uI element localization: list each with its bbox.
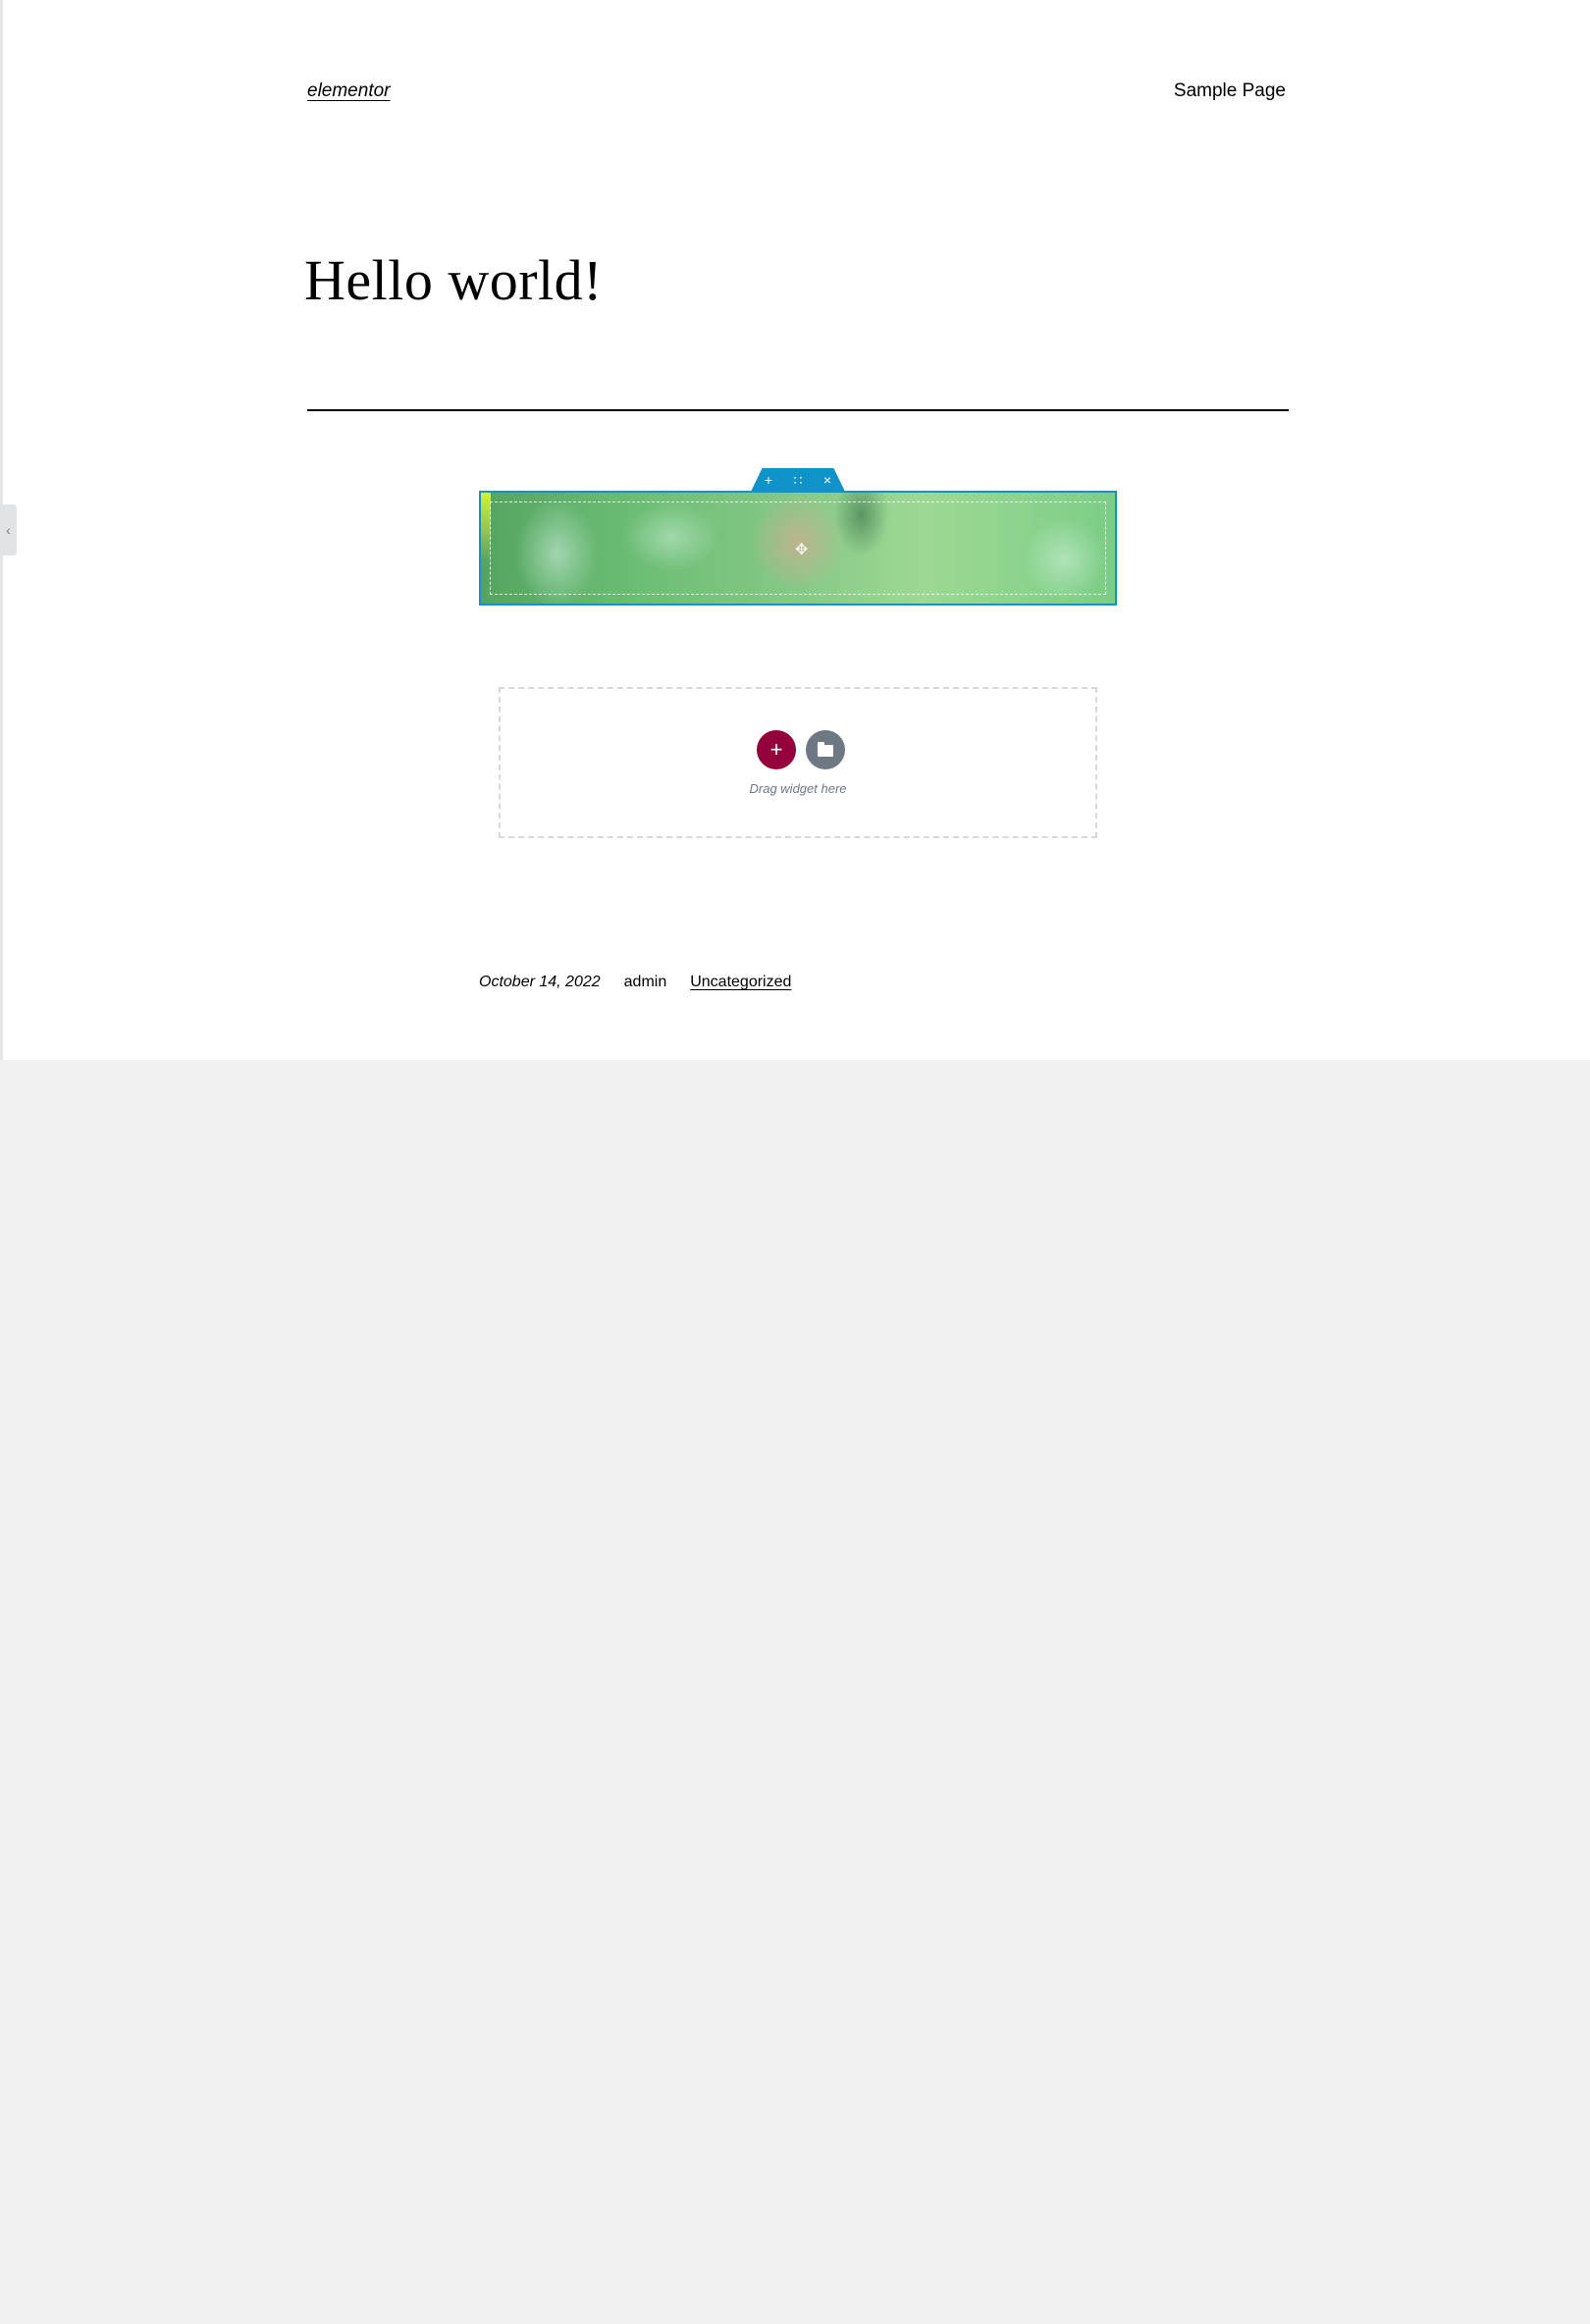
post-date: October 14, 2022 bbox=[479, 974, 601, 990]
section-handle[interactable]: + ∷ × bbox=[751, 468, 845, 492]
nav-sample-page[interactable]: Sample Page bbox=[1174, 80, 1286, 102]
chevron-left-icon: ‹ bbox=[6, 522, 11, 538]
move-cursor-icon: ✥ bbox=[795, 542, 809, 558]
selected-image-section[interactable]: ✥ bbox=[479, 491, 1117, 606]
panel-toggle-button[interactable]: ‹ bbox=[0, 504, 17, 555]
post-category[interactable]: Uncategorized bbox=[690, 974, 791, 991]
post-meta: October 14, 2022 admin Uncategorized bbox=[479, 974, 791, 991]
template-library-button[interactable] bbox=[806, 730, 845, 769]
add-widget-button[interactable]: + bbox=[757, 730, 796, 769]
site-title-link[interactable]: elementor bbox=[307, 80, 391, 102]
post-author[interactable]: admin bbox=[624, 974, 667, 991]
add-section-icon[interactable]: + bbox=[761, 468, 776, 492]
folder-icon bbox=[818, 742, 833, 757]
page-canvas: elementor Sample Page Hello world! + ∷ ×… bbox=[3, 0, 1590, 1060]
post-title: Hello world! bbox=[304, 248, 603, 312]
delete-section-icon[interactable]: × bbox=[820, 468, 835, 492]
drag-handle-icon[interactable]: ∷ bbox=[790, 468, 806, 492]
widget-drop-zone[interactable]: + Drag widget here bbox=[499, 687, 1097, 838]
drop-zone-label: Drag widget here bbox=[749, 781, 847, 796]
title-separator bbox=[307, 409, 1289, 411]
